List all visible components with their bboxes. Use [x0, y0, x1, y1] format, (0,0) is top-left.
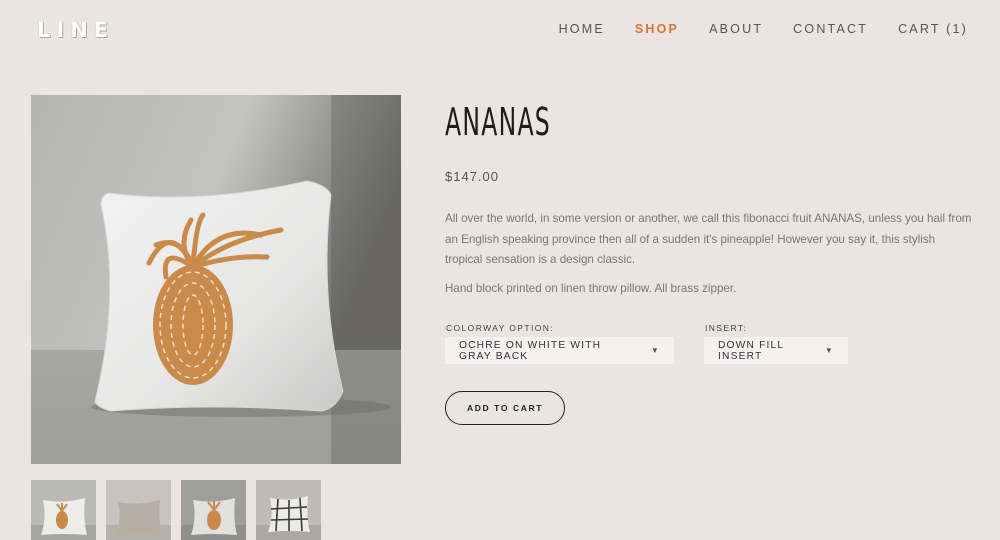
nav-contact[interactable]: CONTACT: [793, 22, 868, 36]
chevron-down-icon: ▼: [824, 346, 834, 355]
colorway-label: COLORWAY OPTION:: [446, 323, 555, 333]
pineapple-pillow-photo: [31, 95, 401, 464]
thumbnail-4[interactable]: [256, 480, 321, 540]
insert-label: INSERT:: [705, 323, 748, 333]
site-logo[interactable]: LINE: [37, 18, 114, 42]
thumbnail-1[interactable]: [31, 480, 96, 540]
main-nav: HOME SHOP ABOUT CONTACT CART (1): [529, 22, 968, 36]
pineapple-pillow-thumb: [31, 480, 96, 540]
thumbnail-3[interactable]: [181, 480, 246, 540]
nav-home[interactable]: HOME: [559, 22, 605, 36]
nav-about[interactable]: ABOUT: [709, 22, 763, 36]
insert-select[interactable]: DOWN FILL INSERT ▼: [704, 337, 848, 364]
product-details: Hand block printed on linen throw pillow…: [445, 282, 737, 295]
product-main-image[interactable]: [31, 95, 401, 464]
plain-linen-pillow-thumb: [106, 480, 171, 540]
thumbnail-2[interactable]: [106, 480, 171, 540]
thumbnail-strip: [31, 480, 321, 540]
insert-value: DOWN FILL INSERT: [718, 339, 784, 362]
nav-shop[interactable]: SHOP: [635, 22, 679, 36]
pineapple-pillow-angle-thumb: [181, 480, 246, 540]
nav-cart[interactable]: CART (1): [898, 22, 968, 36]
product-price: $147.00: [445, 169, 499, 184]
colorway-select[interactable]: OCHRE ON WHITE WITH GRAY BACK ▼: [445, 337, 674, 364]
add-to-cart-button[interactable]: ADD TO CART: [445, 391, 565, 425]
chevron-down-icon: ▼: [650, 346, 660, 355]
product-title: ANANAS: [445, 100, 552, 144]
colorway-value: OCHRE ON WHITE WITH GRAY BACK: [459, 339, 602, 362]
product-description: All over the world, in some version or a…: [445, 212, 972, 266]
plaid-pillow-thumb: [256, 480, 321, 540]
